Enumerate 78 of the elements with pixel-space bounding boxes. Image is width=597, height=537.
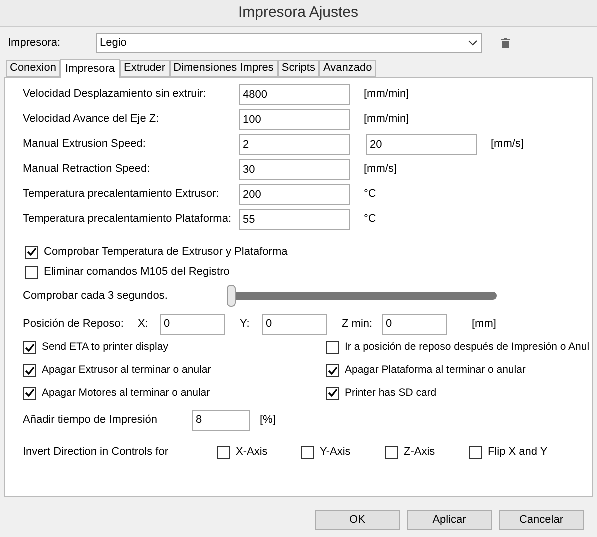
chevron-down-icon (468, 40, 478, 46)
slider[interactable] (227, 285, 497, 307)
input-field[interactable]: 0 (160, 314, 225, 334)
field-label: Temperatura precalentamiento Plataforma: (22, 212, 232, 228)
checkbox-label: Z-Axis (404, 445, 436, 460)
field-label: Añadir tiempo de Impresión (22, 413, 159, 428)
tab[interactable]: Extruder (120, 60, 170, 77)
unit-label: °C (364, 187, 376, 202)
input-field[interactable]: 100 (239, 109, 350, 130)
checkbox-label: Comprobar Temperatura de Extrusor y Plataforma (44, 244, 288, 260)
field-label: Manual Retraction Speed: (22, 162, 152, 178)
checkbox-label: Y-Axis (320, 445, 351, 460)
dialog-button[interactable]: Aplicar (407, 510, 492, 530)
checkbox[interactable] (301, 446, 314, 459)
checkbox-label: Send ETA to printer display (42, 340, 168, 355)
unit-label: [mm/min] (364, 112, 410, 128)
checkbox[interactable] (23, 341, 36, 354)
tab[interactable]: Avanzado (319, 60, 376, 77)
checkbox[interactable] (326, 364, 339, 378)
tab[interactable]: Dimensiones Impres (170, 60, 278, 77)
input-field[interactable]: 20 (366, 134, 477, 155)
field-label: Posición de Reposo: (22, 316, 125, 332)
checkbox[interactable] (23, 364, 36, 378)
tab[interactable]: Impresora (60, 59, 120, 78)
slider-thumb[interactable] (227, 285, 236, 307)
unit-label: °C (364, 212, 376, 228)
checkbox[interactable] (326, 386, 339, 400)
window-title: Impresora Ajustes (237, 2, 360, 23)
tab[interactable]: Scripts (278, 60, 320, 77)
checkbox-label: Apagar Motores al terminar o anular (42, 386, 210, 400)
unit-label: [%] (260, 413, 276, 428)
checkbox[interactable] (23, 386, 36, 400)
printer-label: Impresora: (7, 36, 62, 51)
coordinate-label: X: (138, 316, 150, 332)
checkmark-icon (24, 342, 34, 353)
tab[interactable]: Conexion (6, 60, 60, 77)
checkmark-icon (328, 366, 338, 376)
checkmark-icon (328, 388, 338, 398)
field-label: Velocidad Desplazamiento sin extruir: (22, 87, 208, 102)
unit-label: [mm] (472, 316, 496, 332)
input-field[interactable]: 30 (239, 159, 350, 180)
checkmark-icon (24, 388, 34, 398)
unit-label: [mm/s] (364, 162, 397, 178)
checkbox[interactable] (469, 446, 482, 459)
coordinate-label: Y: (240, 316, 251, 332)
unit-label: [mm/s] (491, 137, 524, 152)
checkbox-label: Flip X and Y (488, 445, 548, 460)
input-field[interactable]: 0 (262, 314, 327, 334)
dialog-button[interactable]: OK (315, 510, 400, 530)
checkbox[interactable] (385, 446, 398, 459)
trash-icon[interactable] (501, 38, 510, 48)
input-field[interactable]: 8 (192, 410, 250, 431)
checkbox-label: Eliminar comandos M105 del Registro (44, 264, 230, 280)
field-label: Velocidad Avance del Eje Z: (22, 112, 160, 128)
checkbox-label: X-Axis (236, 445, 268, 460)
checkmark-icon (24, 366, 34, 376)
unit-label: [mm/min] (364, 87, 410, 102)
checkbox[interactable] (25, 266, 38, 278)
field-label: Temperatura precalentamiento Extrusor: (22, 187, 220, 202)
checkbox[interactable] (326, 341, 339, 354)
dialog-button[interactable]: Cancelar (499, 510, 584, 530)
checkmark-icon (26, 247, 36, 257)
input-field[interactable]: 4800 (239, 84, 350, 105)
checkbox-label: Printer has SD card (345, 386, 437, 400)
coordinate-label: Z min: (342, 316, 374, 332)
input-field[interactable]: 55 (239, 209, 350, 230)
input-field[interactable]: 0 (382, 314, 447, 334)
field-label: Manual Extrusion Speed: (22, 137, 147, 152)
checkbox-label: Ir a posición de reposo después de Impresión o Anul (345, 340, 590, 355)
input-field[interactable]: 200 (239, 184, 350, 205)
field-label: Invert Direction in Controls for (22, 445, 170, 460)
input-field[interactable]: 2 (239, 134, 350, 155)
checkbox[interactable] (25, 246, 38, 258)
checkbox-label: Apagar Plataforma al terminar o anular (345, 362, 526, 378)
slider-label: Comprobar cada 3 segundos. (22, 288, 169, 304)
checkbox-label: Apagar Extrusor al terminar o anular (42, 362, 212, 378)
printer-dropdown[interactable]: Legio (96, 33, 482, 53)
checkbox[interactable] (217, 446, 230, 459)
